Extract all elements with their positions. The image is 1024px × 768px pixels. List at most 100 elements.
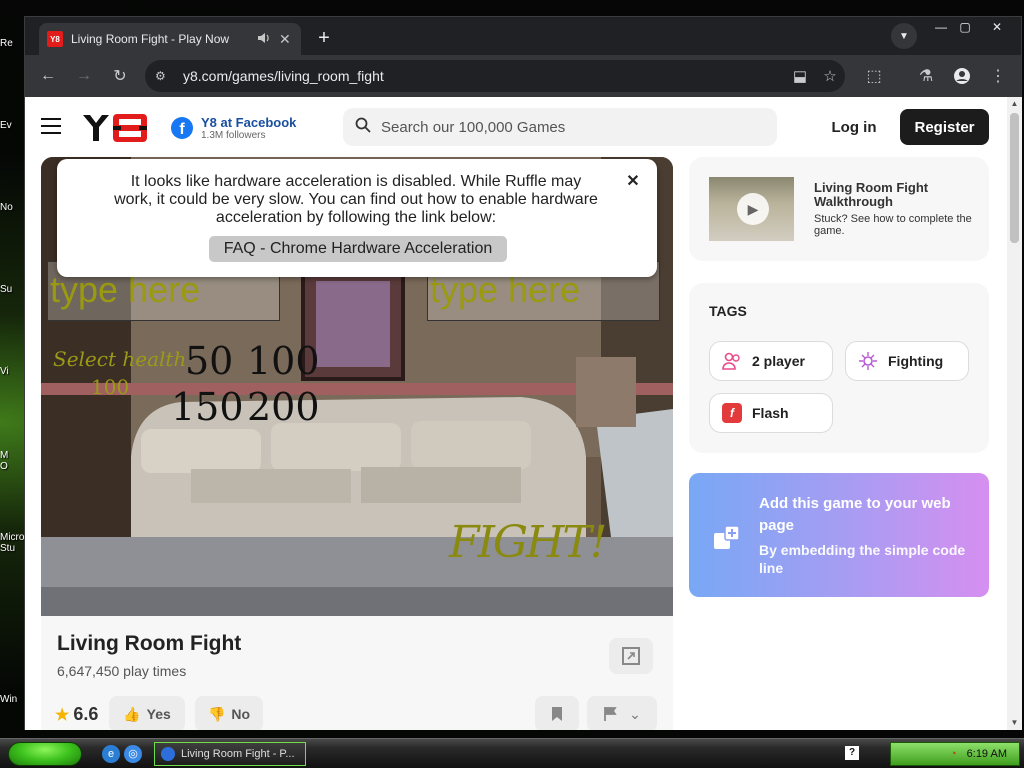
bookmark-button[interactable]: [535, 696, 579, 730]
fullscreen-button[interactable]: [609, 638, 653, 674]
star-icon: ★: [55, 706, 70, 724]
tab-close-icon[interactable]: ✕: [279, 31, 293, 48]
browser-quicklaunch-icon[interactable]: ◎: [124, 745, 142, 763]
facebook-icon: f: [171, 117, 193, 139]
fight-button[interactable]: FIGHT!: [449, 517, 607, 568]
site-header: f Y8 at Facebook 1.3M followers Search o…: [25, 97, 1007, 159]
start-button[interactable]: [8, 742, 82, 766]
extensions-icon[interactable]: ⬚: [861, 63, 887, 89]
desktop-icon[interactable]: Win: [0, 694, 24, 705]
bookmark-star-icon[interactable]: ☆: [815, 67, 845, 85]
embed-game-card[interactable]: Add this game to your web page By embedd…: [689, 473, 989, 597]
taskbar-window-living-room-fight[interactable]: Living Room Fight - P...: [154, 742, 306, 766]
taskbar-window-title: Living Room Fight - P...: [181, 748, 295, 760]
like-label: Yes: [146, 706, 171, 722]
profile-avatar-icon[interactable]: [949, 63, 975, 89]
game-search-input[interactable]: Search our 100,000 Games: [343, 108, 777, 146]
search-placeholder: Search our 100,000 Games: [381, 118, 566, 136]
labs-flask-icon[interactable]: ⚗: [913, 63, 939, 89]
tag-label: Fighting: [888, 353, 944, 369]
walkthrough-card[interactable]: ▶ Living Room Fight Walkthrough Stuck? S…: [689, 157, 989, 261]
site-settings-icon[interactable]: ⚙: [155, 69, 177, 83]
url-text: y8.com/games/living_room_fight: [183, 68, 384, 84]
health-option-100[interactable]: 100: [247, 339, 320, 383]
dislike-button[interactable]: 👎 No: [195, 696, 263, 730]
windows-taskbar: e ◎ Living Room Fight - P... ? ◔ 6:19 AM: [0, 738, 1024, 768]
tag-label: Flash: [752, 405, 789, 421]
like-button[interactable]: 👍 Yes: [109, 696, 185, 730]
thumbs-up-icon: 👍: [123, 705, 141, 722]
health-option-150[interactable]: 150: [171, 385, 244, 429]
clock[interactable]: 6:19 AM: [967, 748, 1007, 760]
desktop-icon[interactable]: Re: [0, 38, 24, 49]
desktop-icon[interactable]: Micro Stu: [0, 532, 24, 554]
desktop-icon[interactable]: Vi: [0, 366, 24, 377]
embed-plus-icon: [713, 525, 741, 551]
browser-toolbar: ← → ↻ ⚙ y8.com/games/living_room_fight ⬓…: [25, 55, 1021, 97]
tab-living-room-fight[interactable]: Y8 Living Room Fight - Play Now ✕: [39, 23, 301, 55]
desktop-icon[interactable]: Su: [0, 284, 24, 295]
speaker-icon[interactable]: [257, 32, 271, 47]
rating-value: 6.6: [73, 704, 99, 724]
report-button[interactable]: ⌄: [587, 696, 657, 730]
scroll-up-arrow-icon[interactable]: ▲: [1007, 97, 1022, 111]
game-info-panel: Living Room Fight 6,647,450 play times ★…: [41, 616, 673, 730]
search-icon: [355, 117, 381, 138]
walkthrough-subtitle: Stuck? See how to complete the game.: [814, 213, 972, 237]
desktop-icon[interactable]: M O: [0, 450, 24, 472]
forward-arrow-icon[interactable]: →: [71, 63, 97, 89]
help-icon[interactable]: ?: [845, 746, 859, 760]
address-bar[interactable]: ⚙ y8.com/games/living_room_fight ⬓ ☆: [145, 60, 845, 92]
register-button[interactable]: Register: [900, 109, 989, 145]
embed-subtitle: By embedding the simple code line: [759, 542, 966, 576]
tags-heading: TAGS: [709, 303, 747, 319]
health-option-200[interactable]: 200: [247, 385, 320, 429]
hamburger-menu-icon[interactable]: [41, 118, 61, 136]
faq-hardware-acceleration-link[interactable]: FAQ - Chrome Hardware Acceleration: [209, 236, 507, 262]
chrome-icon: [161, 747, 175, 761]
select-health-label: Select health: [53, 347, 187, 371]
page-viewport: f Y8 at Facebook 1.3M followers Search o…: [25, 97, 1007, 730]
bookmark-icon: [552, 707, 562, 721]
notice-close-button[interactable]: ✕: [625, 171, 641, 190]
network-icon[interactable]: ◔: [950, 748, 957, 760]
flag-icon: [604, 707, 617, 721]
fighting-icon: [858, 351, 878, 371]
walkthrough-thumbnail: ▶: [709, 177, 794, 241]
facebook-link[interactable]: f Y8 at Facebook 1.3M followers: [171, 111, 321, 145]
two-player-icon: [722, 351, 742, 371]
new-tab-button[interactable]: +: [311, 25, 337, 51]
y8-logo[interactable]: [81, 111, 151, 145]
walkthrough-title: Living Room Fight Walkthrough: [814, 180, 929, 209]
browser-window: Y8 Living Room Fight - Play Now ✕ + ▼ — …: [24, 16, 1022, 730]
reload-icon[interactable]: ↻: [107, 63, 133, 89]
dislike-label: No: [231, 706, 251, 722]
health-option-50[interactable]: 50: [185, 339, 233, 383]
play-count: 6,647,450 play times: [57, 663, 187, 679]
desktop-icon[interactable]: Ev: [0, 120, 24, 131]
tab-strip: Y8 Living Room Fight - Play Now ✕ + ▼ — …: [25, 17, 1021, 55]
back-arrow-icon[interactable]: ←: [35, 63, 61, 89]
scroll-down-arrow-icon[interactable]: ▼: [1007, 716, 1022, 730]
maximize-button[interactable]: ▢: [949, 17, 981, 37]
tag-flash[interactable]: f Flash: [709, 393, 833, 433]
tab-title: Living Room Fight - Play Now: [71, 32, 230, 46]
tab-search-chevron-icon[interactable]: ▼: [891, 23, 917, 49]
tag-2-player[interactable]: 2 player: [709, 341, 833, 381]
tag-label: 2 player: [752, 353, 805, 369]
login-button[interactable]: Log in: [821, 109, 887, 145]
browser-menu-icon[interactable]: ⋮: [985, 63, 1011, 89]
tag-fighting[interactable]: Fighting: [845, 341, 969, 381]
close-window-button[interactable]: ✕: [981, 17, 1013, 37]
internet-explorer-icon[interactable]: e: [102, 745, 120, 763]
play-icon: ▶: [737, 193, 769, 225]
game-rating: ★ 6.6: [55, 704, 98, 725]
thumbs-down-icon: 👎: [207, 705, 226, 722]
y8-favicon-icon: Y8: [47, 31, 63, 47]
scrollbar-thumb[interactable]: [1010, 113, 1019, 243]
desktop-icon[interactable]: No: [0, 202, 24, 213]
embed-title: Add this game to your web page: [759, 495, 951, 534]
game-title: Living Room Fight: [57, 632, 242, 655]
page-scrollbar[interactable]: ▲ ▼: [1007, 97, 1022, 730]
install-app-icon[interactable]: ⬓: [785, 67, 815, 85]
